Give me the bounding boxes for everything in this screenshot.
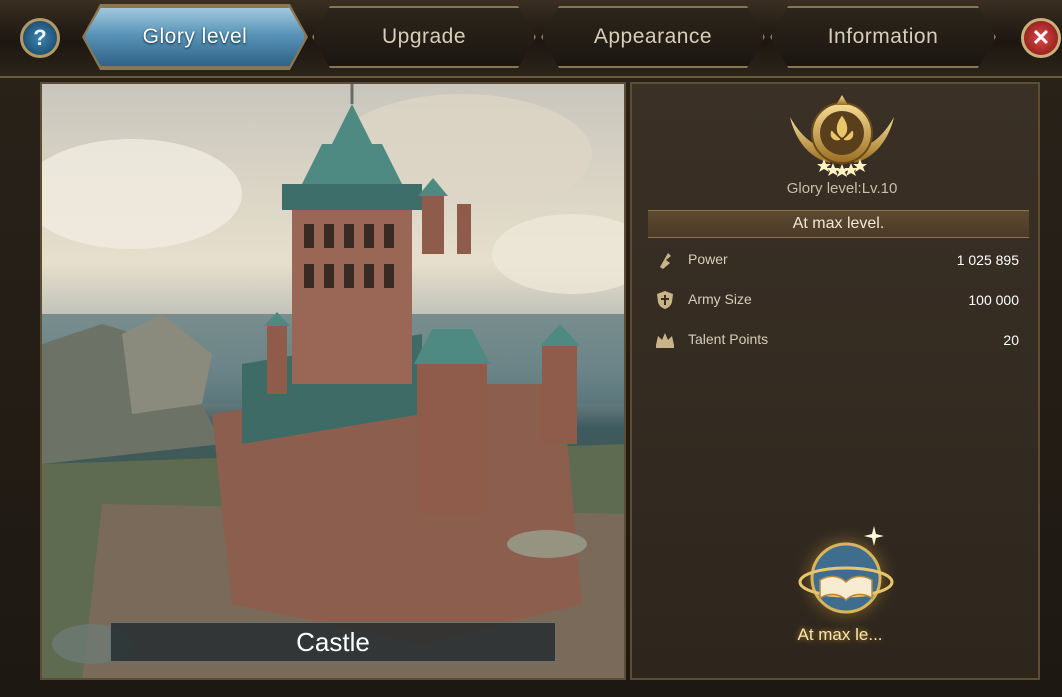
- building-name-plate: Castle: [110, 622, 556, 662]
- castle-preview-image: [40, 82, 626, 680]
- building-name: Castle: [296, 626, 370, 657]
- glory-level-text: Glory level:Lv.10: [786, 180, 898, 197]
- tab-label: Upgrade: [381, 25, 467, 48]
- tab-upgrade[interactable]: Upgrade: [312, 6, 536, 68]
- book-status-label: At max le...: [797, 625, 883, 644]
- tab-glory-level[interactable]: Glory level: [84, 6, 306, 68]
- tab-label: Appearance: [593, 25, 713, 48]
- stat-row-talent-points: Talent Points 20: [648, 326, 1023, 354]
- stat-label: Army Size: [688, 291, 752, 307]
- stat-label: Power: [688, 251, 728, 267]
- tab-appearance[interactable]: Appearance: [541, 6, 765, 68]
- max-level-text: At max level.: [792, 215, 885, 232]
- tab-label: Glory level: [142, 25, 248, 48]
- stat-value: 20: [1003, 332, 1019, 348]
- power-icon: [660, 253, 671, 269]
- crown-icon: [656, 333, 674, 348]
- glowing-book-icon[interactable]: [790, 520, 902, 630]
- close-icon: ✕: [1031, 25, 1051, 50]
- stat-label: Talent Points: [688, 331, 769, 347]
- glory-emblem-icon: [790, 95, 894, 177]
- tab-information[interactable]: Information: [770, 6, 996, 68]
- stat-row-army-size: Army Size 100 000: [648, 286, 1023, 314]
- army-shield-icon: [657, 291, 673, 309]
- stat-value: 100 000: [968, 292, 1019, 308]
- close-button[interactable]: ✕: [1021, 18, 1061, 58]
- max-level-banner: At max level.: [648, 210, 1029, 238]
- help-button[interactable]: ?: [20, 18, 60, 58]
- tab-label: Information: [827, 25, 939, 48]
- stat-row-power: Power 1 025 895: [648, 246, 1023, 274]
- stat-value: 1 025 895: [956, 252, 1019, 268]
- question-icon: ?: [33, 25, 47, 50]
